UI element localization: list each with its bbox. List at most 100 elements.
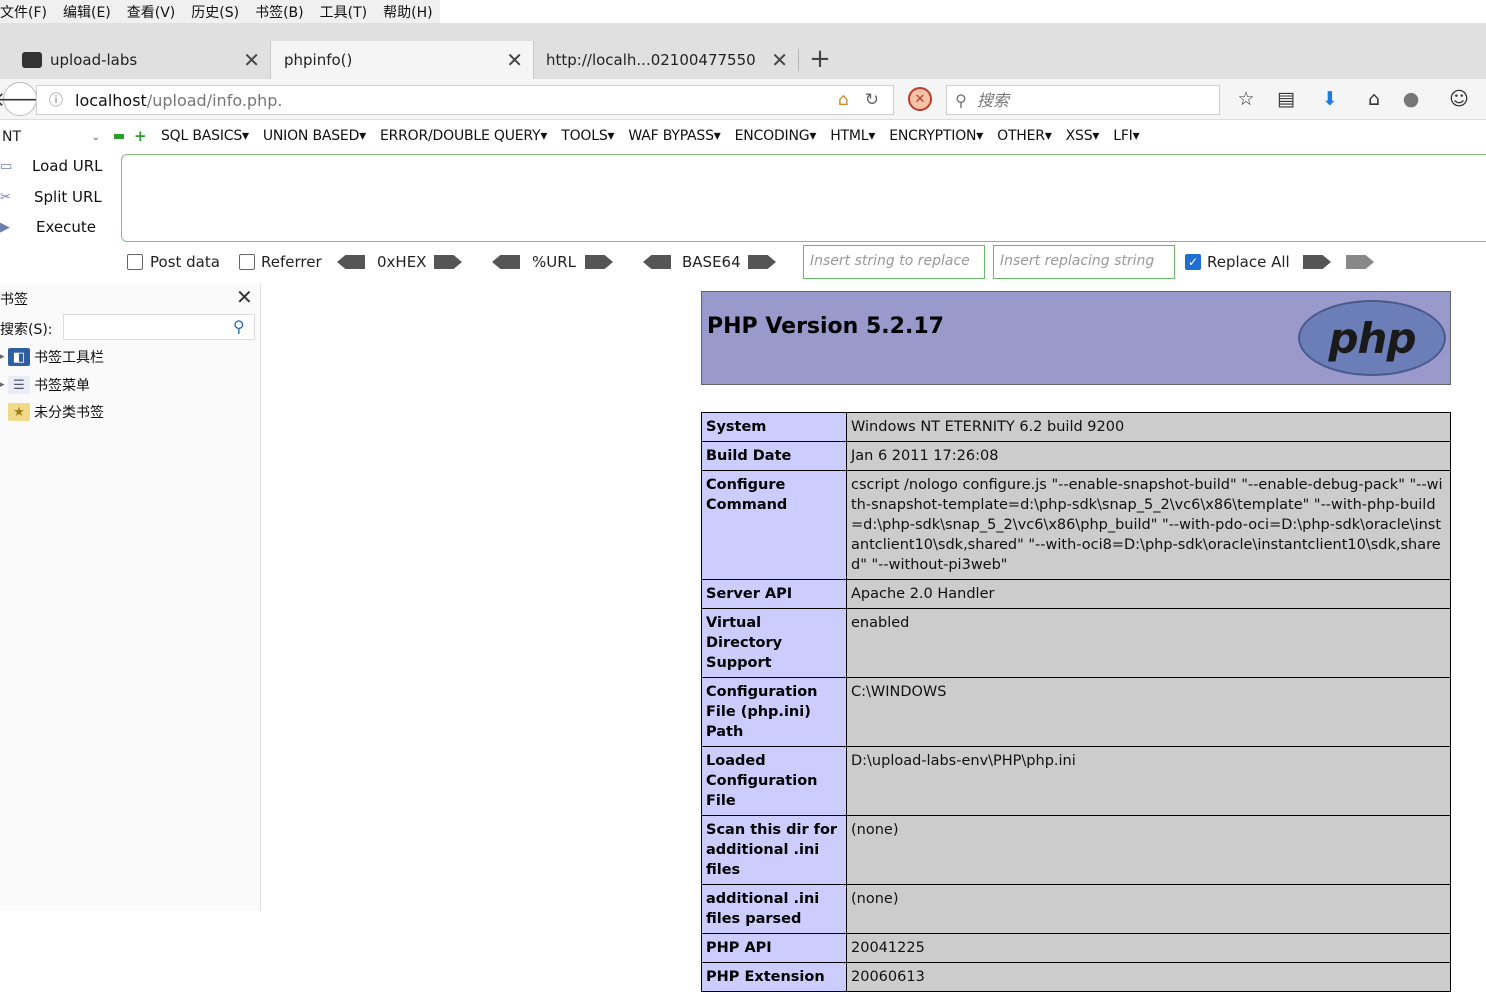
menu-edit[interactable]: 编辑(E) [63, 2, 119, 22]
hex-encode-arrow-icon[interactable] [434, 255, 462, 269]
table-row: Virtual Directory Support enabled [701, 608, 1451, 678]
replace-all-checkbox[interactable]: ✓ [1185, 254, 1201, 270]
home-icon[interactable]: ⌂ [1361, 88, 1387, 110]
tab-close-icon[interactable]: ✕ [506, 50, 523, 70]
base64-encode-arrow-icon[interactable] [748, 255, 776, 269]
bookmarks-sidebar: 书签 ✕ 搜索(S): ⚲ ▸ ◧ 书签工具栏 ▸ ☰ 书签菜单 ★ 未分类书签 [0, 283, 261, 911]
replace-string-input[interactable]: Insert string to replace [803, 245, 985, 279]
hackbar-actions: ▭ Load URL ✂ Split URL ▶ Execute [0, 153, 120, 243]
profile-icon[interactable]: ● [1398, 88, 1424, 110]
hackbar-select-value: NT [2, 129, 22, 145]
sidebar-item-unsorted-bookmarks[interactable]: ★ 未分类书签 [0, 401, 104, 423]
load-url-button[interactable]: ▭ Load URL [0, 153, 118, 179]
sidebar-search-input[interactable] [63, 314, 255, 340]
tab-strip: upload-labs ✕ phpinfo() ✕ http://localh.… [0, 23, 1486, 79]
info-icon[interactable]: ⓘ [41, 90, 71, 110]
plus-icon[interactable]: + [134, 129, 147, 144]
menu-view[interactable]: 查看(V) [127, 2, 184, 22]
replace-arrow-icon[interactable] [1303, 255, 1331, 269]
hex-decode-arrow-icon[interactable] [337, 255, 365, 269]
referrer-label: Referrer [261, 253, 322, 271]
phpinfo-content: PHP Version 5.2.17 php System Windows NT … [701, 291, 1451, 992]
table-row: additional .ini files parsed (none) [701, 884, 1451, 934]
config-value: Windows NT ETERNITY 6.2 build 9200 [846, 412, 1451, 442]
navigation-bar: 🡐 ⓘ localhost/upload/info.php. ⌂ ↻ ✕ ⚲ ☆… [0, 79, 1486, 120]
table-row: Scan this dir for additional .ini files(… [701, 815, 1451, 885]
bookmark-star-icon[interactable]: ☆ [1233, 88, 1259, 110]
replace-all-label: Replace All [1207, 253, 1290, 271]
menu-bar: 文件(F) 编辑(E) 查看(V) 历史(S) 书签(B) 工具(T) 帮助(H… [0, 0, 440, 23]
url-encoding-label: %URL [532, 253, 577, 271]
config-value: 20060613 [846, 962, 1451, 992]
post-data-checkbox[interactable] [127, 254, 143, 270]
back-arrow-icon[interactable]: 🡐 [0, 82, 47, 116]
menu-bookmarks[interactable]: 书签(B) [255, 2, 312, 22]
search-icon[interactable]: ⚲ [233, 317, 245, 336]
tab-localhost[interactable]: http://localh...02100477550. ✕ [534, 41, 798, 79]
tab-close-icon[interactable]: ✕ [243, 50, 260, 70]
table-row: PHP API 20041225 [701, 933, 1451, 963]
tab-phpinfo[interactable]: phpinfo() ✕ [270, 41, 534, 79]
hackbar-url-textarea[interactable] [121, 154, 1486, 242]
search-bar[interactable]: ⚲ [946, 85, 1220, 115]
table-row: Server API Apache 2.0 Handler [701, 579, 1451, 609]
tab-close-icon[interactable]: ✕ [771, 50, 788, 70]
post-data-label: Post data [150, 253, 220, 271]
url-bar[interactable]: ⓘ localhost/upload/info.php. ⌂ ↻ [36, 85, 894, 115]
new-tab-icon[interactable]: + [806, 41, 834, 77]
menu-history[interactable]: 历史(S) [191, 2, 247, 22]
customize-icon[interactable]: ☺ [1446, 88, 1472, 110]
reload-icon[interactable]: ↻ [865, 90, 879, 110]
twisty-icon[interactable]: ▸ [0, 352, 8, 362]
menu-tools[interactable]: 工具(T) [320, 2, 375, 22]
hackbar-menu-error-double-query[interactable]: ERROR/DOUBLE QUERY▾ [380, 128, 547, 144]
noscript-icon[interactable]: ✕ [908, 87, 932, 111]
scissors-icon: ✂ [0, 189, 11, 205]
url-decode-arrow-icon[interactable] [492, 255, 520, 269]
home-page-icon[interactable]: ⌂ [838, 90, 849, 110]
hackbar-menu-encoding[interactable]: ENCODING▾ [735, 128, 817, 144]
tab-upload-labs[interactable]: upload-labs ✕ [0, 41, 270, 79]
base64-label: BASE64 [682, 253, 741, 271]
hackbar-menu-union-based[interactable]: UNION BASED▾ [263, 128, 366, 144]
config-value: (none) [846, 815, 1451, 885]
execute-button[interactable]: ▶ Execute [0, 214, 118, 240]
hackbar-menu-xss[interactable]: XSS▾ [1066, 128, 1100, 144]
config-key: additional .ini files parsed [701, 884, 847, 934]
hackbar-menu-encryption[interactable]: ENCRYPTION▾ [889, 128, 983, 144]
replacing-string-input[interactable]: Insert replacing string [993, 245, 1175, 279]
replace-next-arrow-icon[interactable] [1346, 255, 1374, 269]
referrer-checkbox[interactable] [239, 254, 255, 270]
url-text: localhost/upload/info.php. [75, 91, 282, 110]
menu-file[interactable]: 文件(F) [0, 2, 55, 22]
reading-list-icon[interactable]: ▤ [1273, 88, 1299, 110]
hackbar-menu-lfi[interactable]: LFI▾ [1113, 128, 1139, 144]
config-value: 20041225 [846, 933, 1451, 963]
config-key: Configure Command [701, 470, 847, 580]
hackbar-menu-html[interactable]: HTML▾ [830, 128, 875, 144]
php-version-header: PHP Version 5.2.17 php [701, 291, 1451, 385]
config-key: Configuration File (php.ini) Path [701, 677, 847, 747]
php-logo-text: php [1328, 313, 1416, 363]
hackbar-toolbar: NT ⌄ + SQL BASICS▾ UNION BASED▾ ERROR/DO… [0, 120, 1486, 153]
minus-icon[interactable] [114, 134, 124, 139]
sidebar-item-bookmarks-menu[interactable]: ▸ ☰ 书签菜单 [0, 374, 90, 396]
hackbar-menu-tools[interactable]: TOOLS▾ [561, 128, 614, 144]
config-value: Apache 2.0 Handler [846, 579, 1451, 609]
search-input[interactable] [975, 89, 1205, 111]
split-url-button[interactable]: ✂ Split URL [0, 184, 118, 210]
tab-title: upload-labs [50, 51, 138, 69]
hackbar-menu-sql-basics[interactable]: SQL BASICS▾ [161, 128, 249, 144]
tab-title: phpinfo() [284, 51, 353, 69]
url-encode-arrow-icon[interactable] [585, 255, 613, 269]
hackbar-menu-waf-bypass[interactable]: WAF BYPASS▾ [628, 128, 720, 144]
hackbar-select[interactable]: NT ⌄ [0, 125, 104, 149]
base64-decode-arrow-icon[interactable] [643, 255, 671, 269]
close-icon[interactable]: ✕ [236, 285, 253, 309]
sidebar-item-bookmarks-toolbar[interactable]: ▸ ◧ 书签工具栏 [0, 346, 104, 368]
menu-help[interactable]: 帮助(H) [383, 2, 440, 22]
download-icon[interactable]: ⬇ [1317, 88, 1343, 110]
config-key: Virtual Directory Support [701, 608, 847, 678]
twisty-icon[interactable]: ▸ [0, 380, 8, 390]
hackbar-menu-other[interactable]: OTHER▾ [997, 128, 1052, 144]
